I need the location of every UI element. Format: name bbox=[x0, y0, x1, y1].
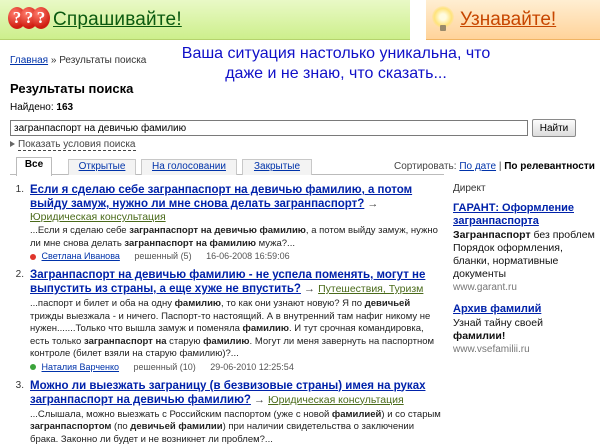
result-snippet: ...Если я сделаю себе загранпаспорт на д… bbox=[30, 225, 438, 249]
tab-closed-label: Закрытые bbox=[253, 161, 301, 172]
learn-link[interactable]: Узнавайте! bbox=[460, 9, 556, 31]
status-dot-icon bbox=[30, 364, 36, 371]
arrow-right-icon: → bbox=[367, 198, 379, 210]
ads-label: Директ bbox=[453, 183, 486, 194]
arrow-right-icon: → bbox=[304, 283, 316, 295]
toggle-conditions-label: Показать условия поиска bbox=[18, 139, 136, 151]
ad-item: ГАРАНТ: Оформление загранпаспорта Загран… bbox=[453, 202, 597, 293]
light-bulb-icon bbox=[432, 6, 454, 34]
result-category-link[interactable]: Юридическая консультация bbox=[268, 394, 404, 406]
status-dot-icon bbox=[30, 253, 36, 260]
sort-label: Сортировать: bbox=[394, 161, 457, 172]
found-label: Найдено: bbox=[10, 102, 54, 113]
breadcrumb-home-link[interactable]: Главная bbox=[10, 55, 48, 66]
breadcrumb-current: Результаты поиска bbox=[59, 55, 147, 66]
sort-separator: | bbox=[498, 161, 502, 172]
result-category-link[interactable]: Юридическая консультация bbox=[30, 211, 166, 223]
result-meta: Светлана Иванова решенный (5) 16-06-2008… bbox=[30, 251, 442, 263]
tab-closed[interactable]: Закрытые bbox=[242, 159, 312, 175]
ad-title-link[interactable]: ГАРАНТ: Оформление загранпаспорта bbox=[453, 202, 574, 227]
result-item: 3. Можно ли выезжать заграницу (в безвиз… bbox=[10, 379, 442, 447]
result-meta: Наталия Варченко решенный (10) 29-06-201… bbox=[30, 362, 442, 374]
direct-ads: Директ ГАРАНТ: Оформление загранпаспорта… bbox=[453, 183, 597, 365]
ad-text: Загранпаспорт без проблем Порядок оформл… bbox=[453, 229, 595, 280]
result-item: 1. Если я сделаю себе загранпаспорт на д… bbox=[10, 183, 442, 263]
result-tabs: Все Открытые На голосовании Закрытые bbox=[10, 157, 444, 176]
result-title-link[interactable]: Если я сделаю себе загранпаспорт на деви… bbox=[30, 184, 412, 210]
ad-url[interactable]: www.garant.ru bbox=[453, 282, 597, 293]
result-number: 3. bbox=[15, 379, 24, 391]
question-mark-icon: ? bbox=[32, 7, 50, 29]
arrow-right-icon: → bbox=[253, 393, 265, 406]
sort-by-date-link[interactable]: По дате bbox=[459, 161, 496, 172]
ad-item: Архив фамилий Узнай тайну своей фамилии!… bbox=[453, 303, 597, 355]
tab-voting-label: На голосовании bbox=[152, 161, 226, 172]
result-category-link[interactable]: Путешествия, Туризм bbox=[318, 283, 423, 295]
result-number: 1. bbox=[15, 184, 24, 195]
ad-title-link[interactable]: Архив фамилий bbox=[453, 303, 541, 315]
tab-all[interactable]: Все bbox=[16, 157, 52, 176]
tab-voting[interactable]: На голосовании bbox=[141, 159, 237, 175]
result-snippet: ...паспорт и билет и оба на одну фамилию… bbox=[30, 298, 435, 359]
breadcrumb: Главная » Результаты поиска bbox=[10, 55, 146, 66]
search-button[interactable]: Найти bbox=[532, 119, 576, 137]
result-snippet: ...Слышала, можно выезжать с Российским … bbox=[30, 408, 441, 445]
page-title: Результаты поиска bbox=[10, 81, 134, 96]
result-status: решенный (10) bbox=[133, 361, 196, 372]
result-user-link[interactable]: Светлана Иванова bbox=[42, 251, 120, 261]
results-list: 1. Если я сделаю себе загранпаспорт на д… bbox=[10, 183, 442, 446]
result-number: 2. bbox=[15, 269, 24, 280]
found-count: Найдено: 163 bbox=[10, 102, 73, 113]
ad-url[interactable]: www.vsefamilii.ru bbox=[453, 344, 597, 355]
result-user-link[interactable]: Наталия Варченко bbox=[42, 362, 120, 372]
result-date: 29-06-2010 12:25:54 bbox=[210, 361, 294, 372]
overlay-caption: Ваша ситуация настолько уникальна, что д… bbox=[181, 45, 491, 82]
toggle-search-conditions[interactable]: Показать условия поиска bbox=[10, 139, 136, 151]
found-number: 163 bbox=[56, 102, 74, 113]
sort-by-relevance: По релевантности bbox=[504, 161, 595, 172]
triangle-right-icon bbox=[10, 141, 15, 148]
learn-banner[interactable]: Узнавайте! bbox=[426, 0, 600, 40]
sort-controls: Сортировать: По дате | По релевантности bbox=[394, 161, 595, 172]
ad-text: Узнай тайну своей фамилии! bbox=[453, 317, 543, 342]
ask-banner[interactable]: ? ? ? Спрашивайте! bbox=[0, 0, 410, 40]
result-status: решенный (5) bbox=[134, 251, 192, 261]
question-marks-logo-icon: ? ? ? bbox=[8, 7, 52, 31]
ask-link[interactable]: Спрашивайте! bbox=[53, 9, 182, 31]
search-input[interactable] bbox=[10, 120, 528, 136]
result-item: 2. Загранпаспорт на девичью фамилию - не… bbox=[10, 268, 442, 374]
tab-open-label: Открытые bbox=[78, 161, 126, 172]
breadcrumb-separator: » bbox=[50, 55, 57, 66]
result-date: 16-06-2008 16:59:06 bbox=[206, 251, 290, 261]
tab-open[interactable]: Открытые bbox=[68, 159, 136, 175]
tab-all-label: Все bbox=[24, 159, 44, 170]
